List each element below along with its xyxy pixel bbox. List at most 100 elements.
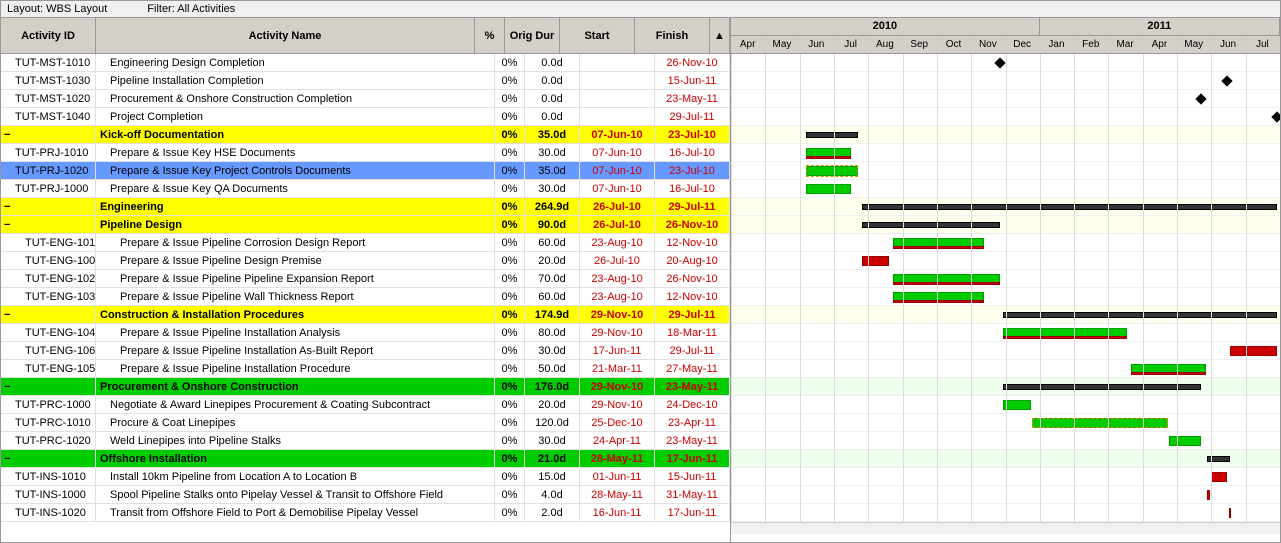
gantt-row bbox=[731, 342, 1280, 360]
gantt-bar bbox=[1207, 456, 1230, 462]
gantt-bar bbox=[1003, 400, 1031, 410]
cell-start bbox=[580, 72, 655, 89]
year-2011-block: 2011 bbox=[1040, 18, 1280, 35]
cell-activity-name: Prepare & Issue Pipeline Installation As… bbox=[96, 342, 495, 359]
cell-start: 07-Jun-10 bbox=[580, 126, 655, 143]
gantt-row bbox=[731, 486, 1280, 504]
cell-activity-id: TUT-PRC-1010 bbox=[1, 414, 96, 431]
cell-start: 23-Aug-10 bbox=[580, 270, 655, 287]
table-row[interactable]: TUT-ENG-1010Prepare & Issue Pipeline Cor… bbox=[1, 234, 730, 252]
col-header-orig-dur[interactable]: Orig Dur bbox=[505, 18, 560, 53]
table-row[interactable]: −Procurement & Onshore Construction0%176… bbox=[1, 378, 730, 396]
cell-activity-id: TUT-PRJ-1010 bbox=[1, 144, 96, 161]
cell-pct: 0% bbox=[495, 108, 525, 125]
table-row[interactable]: −Construction & Installation Procedures0… bbox=[1, 306, 730, 324]
table-row[interactable]: TUT-ENG-1030Prepare & Issue Pipeline Wal… bbox=[1, 288, 730, 306]
col-header-start[interactable]: Start bbox=[560, 18, 635, 53]
cell-start: 29-Nov-10 bbox=[580, 324, 655, 341]
gantt-row bbox=[731, 414, 1280, 432]
cell-activity-id: TUT-PRJ-1020 bbox=[1, 162, 96, 179]
month-cell-Nov: Nov bbox=[971, 36, 1005, 53]
gantt-bar bbox=[893, 282, 1000, 285]
table-row[interactable]: −Offshore Installation0%21.0d28-May-1117… bbox=[1, 450, 730, 468]
cell-activity-name: Prepare & Issue Pipeline Installation Pr… bbox=[96, 360, 495, 377]
table-row[interactable]: TUT-INS-1020Transit from Offshore Field … bbox=[1, 504, 730, 522]
table-row[interactable]: −Kick-off Documentation0%35.0d07-Jun-102… bbox=[1, 126, 730, 144]
cell-activity-name: Prepare & Issue Key HSE Documents bbox=[96, 144, 495, 161]
table-row[interactable]: TUT-MST-1030Pipeline Installation Comple… bbox=[1, 72, 730, 90]
cell-orig-dur: 35.0d bbox=[525, 162, 580, 179]
cell-orig-dur: 30.0d bbox=[525, 144, 580, 161]
cell-activity-id: − bbox=[1, 306, 96, 323]
table-row[interactable]: TUT-PRJ-1020Prepare & Issue Key Project … bbox=[1, 162, 730, 180]
col-header-pct[interactable]: % bbox=[475, 18, 505, 53]
table-row[interactable]: TUT-INS-1010Install 10km Pipeline from L… bbox=[1, 468, 730, 486]
gantt-bar bbox=[806, 156, 850, 159]
cell-finish: 23-Jul-10 bbox=[655, 126, 730, 143]
gantt-bar bbox=[893, 246, 984, 249]
table-row[interactable]: TUT-ENG-1020Prepare & Issue Pipeline Pip… bbox=[1, 270, 730, 288]
cell-finish: 23-May-11 bbox=[655, 90, 730, 107]
gantt-row bbox=[731, 252, 1280, 270]
table-row[interactable]: TUT-MST-1020Procurement & Onshore Constr… bbox=[1, 90, 730, 108]
table-row[interactable]: TUT-INS-1000Spool Pipeline Stalks onto P… bbox=[1, 486, 730, 504]
month-cell-Mar: Mar bbox=[1108, 36, 1142, 53]
table-body[interactable]: TUT-MST-1010Engineering Design Completio… bbox=[1, 54, 730, 542]
table-row[interactable]: TUT-ENG-1000Prepare & Issue Pipeline Des… bbox=[1, 252, 730, 270]
gantt-bar bbox=[1003, 384, 1201, 390]
gantt-row bbox=[731, 270, 1280, 288]
table-row[interactable]: TUT-ENG-1050Prepare & Issue Pipeline Ins… bbox=[1, 360, 730, 378]
table-row[interactable]: TUT-ENG-1040Prepare & Issue Pipeline Ins… bbox=[1, 324, 730, 342]
cell-finish: 15-Jun-11 bbox=[655, 468, 730, 485]
cell-activity-id: TUT-ENG-1010 bbox=[1, 234, 96, 251]
cell-pct: 0% bbox=[495, 270, 525, 287]
table-row[interactable]: TUT-PRC-1020Weld Linepipes into Pipeline… bbox=[1, 432, 730, 450]
gantt-row bbox=[731, 288, 1280, 306]
cell-finish: 16-Jul-10 bbox=[655, 180, 730, 197]
expand-icon[interactable]: − bbox=[4, 453, 10, 465]
col-header-finish[interactable]: Finish bbox=[635, 18, 710, 53]
cell-start: 26-Jul-10 bbox=[580, 216, 655, 233]
cell-activity-id: TUT-INS-1010 bbox=[1, 468, 96, 485]
cell-orig-dur: 20.0d bbox=[525, 252, 580, 269]
cell-finish: 29-Jul-11 bbox=[655, 108, 730, 125]
gantt-bar bbox=[862, 222, 1000, 228]
main-content: Activity ID Activity Name % Orig Dur Sta… bbox=[1, 18, 1280, 542]
cell-finish: 27-May-11 bbox=[655, 360, 730, 377]
table-row[interactable]: TUT-MST-1010Engineering Design Completio… bbox=[1, 54, 730, 72]
col-header-activity-id[interactable]: Activity ID bbox=[1, 18, 96, 53]
gantt-row bbox=[731, 468, 1280, 486]
table-row[interactable]: −Engineering0%264.9d26-Jul-1029-Jul-11 bbox=[1, 198, 730, 216]
cell-orig-dur: 120.0d bbox=[525, 414, 580, 431]
cell-finish: 23-May-11 bbox=[655, 378, 730, 395]
cell-start: 29-Nov-10 bbox=[580, 306, 655, 323]
table-row[interactable]: TUT-MST-1040Project Completion0%0.0d29-J… bbox=[1, 108, 730, 126]
table-row[interactable]: TUT-ENG-1060Prepare & Issue Pipeline Ins… bbox=[1, 342, 730, 360]
expand-icon[interactable]: − bbox=[4, 219, 10, 231]
table-row[interactable]: TUT-PRC-1000Negotiate & Award Linepipes … bbox=[1, 396, 730, 414]
table-row[interactable]: TUT-PRJ-1000Prepare & Issue Key QA Docum… bbox=[1, 180, 730, 198]
cell-activity-name: Prepare & Issue Pipeline Wall Thickness … bbox=[96, 288, 495, 305]
cell-orig-dur: 90.0d bbox=[525, 216, 580, 233]
gantt-bar bbox=[893, 300, 984, 303]
cell-orig-dur: 176.0d bbox=[525, 378, 580, 395]
cell-activity-id: TUT-ENG-1020 bbox=[1, 270, 96, 287]
col-header-sort[interactable]: ▲ bbox=[710, 18, 730, 53]
horizontal-scrollbar[interactable] bbox=[731, 522, 1280, 534]
expand-icon[interactable]: − bbox=[4, 129, 10, 141]
cell-pct: 0% bbox=[495, 468, 525, 485]
table-row[interactable]: −Pipeline Design0%90.0d26-Jul-1026-Nov-1… bbox=[1, 216, 730, 234]
expand-icon[interactable]: − bbox=[4, 381, 10, 393]
cell-activity-id: TUT-INS-1020 bbox=[1, 504, 96, 521]
table-row[interactable]: TUT-PRJ-1010Prepare & Issue Key HSE Docu… bbox=[1, 144, 730, 162]
cell-pct: 0% bbox=[495, 198, 525, 215]
expand-icon[interactable]: − bbox=[4, 309, 10, 321]
cell-pct: 0% bbox=[495, 378, 525, 395]
cell-finish: 12-Nov-10 bbox=[655, 234, 730, 251]
table-row[interactable]: TUT-PRC-1010Procure & Coat Linepipes0%12… bbox=[1, 414, 730, 432]
cell-orig-dur: 15.0d bbox=[525, 468, 580, 485]
gantt-header: 20102011AprMayJunJulAugSepOctNovDecJanFe… bbox=[731, 18, 1280, 54]
month-cell-Jun: Jun bbox=[1211, 36, 1245, 53]
col-header-activity-name[interactable]: Activity Name bbox=[96, 18, 475, 53]
expand-icon[interactable]: − bbox=[4, 201, 10, 213]
